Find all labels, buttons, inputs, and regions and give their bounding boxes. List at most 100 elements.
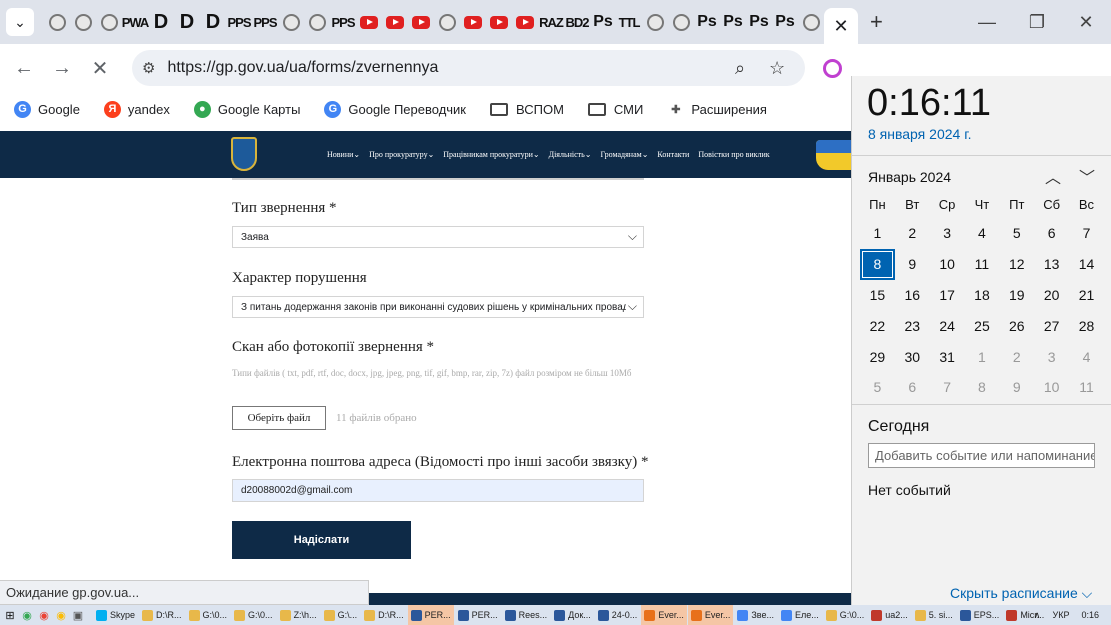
calendar-day[interactable]: 11 bbox=[1069, 372, 1104, 403]
site-nav-item[interactable]: Контакти bbox=[657, 150, 689, 159]
site-info-icon[interactable]: ⚙ bbox=[142, 59, 155, 77]
taskbar-app[interactable]: Зве... bbox=[734, 605, 777, 625]
taskbar-app[interactable]: EPS... bbox=[957, 605, 1003, 625]
calendar-day[interactable]: 28 bbox=[1069, 310, 1104, 341]
bookmark-item[interactable]: ВСПОМ bbox=[490, 102, 564, 117]
date-link[interactable]: 8 января 2024 г. bbox=[868, 126, 971, 142]
hide-schedule-link[interactable]: Скрыть расписание ⌵ bbox=[950, 585, 1092, 602]
calendar-day[interactable]: 24 bbox=[930, 310, 965, 341]
choose-file-button[interactable]: Оберіть файл bbox=[232, 406, 326, 430]
tab-favicon[interactable] bbox=[70, 6, 96, 38]
submit-button[interactable]: Надіслати bbox=[232, 521, 411, 559]
tab-favicon[interactable] bbox=[96, 6, 122, 38]
taskbar-app[interactable]: Rees... bbox=[502, 605, 551, 625]
site-nav-item[interactable]: Працівникам прокуратури⌄ bbox=[443, 150, 539, 159]
calendar-day[interactable]: 6 bbox=[895, 372, 930, 403]
url-text[interactable]: https://gp.gov.ua/ua/forms/zvernennya bbox=[167, 59, 438, 77]
taskbar-app[interactable]: PER... bbox=[407, 605, 454, 625]
address-bar[interactable]: ⚙ https://gp.gov.ua/ua/forms/zvernennya … bbox=[132, 50, 805, 86]
tab-favicon[interactable]: PPS bbox=[252, 6, 278, 38]
bookmark-star-icon[interactable]: ☆ bbox=[769, 58, 785, 79]
calendar-day[interactable]: 5 bbox=[860, 372, 895, 403]
tab-favicon[interactable] bbox=[434, 6, 460, 38]
language-indicator[interactable]: УКР bbox=[1053, 610, 1070, 620]
calendar-day[interactable]: 11 bbox=[965, 249, 1000, 280]
calendar-day[interactable]: 5 bbox=[999, 218, 1034, 249]
tab-favicon[interactable] bbox=[356, 6, 382, 38]
email-field[interactable]: d20088002d@gmail.com bbox=[232, 479, 644, 502]
calendar-day[interactable]: 21 bbox=[1069, 280, 1104, 311]
month-title[interactable]: Январь 2024 bbox=[868, 169, 951, 185]
add-event-input[interactable]: Добавить событие или напоминание bbox=[868, 443, 1095, 468]
taskbar-app[interactable]: 24-0... bbox=[595, 605, 641, 625]
taskbar-app[interactable]: Ever... bbox=[687, 605, 734, 625]
back-button[interactable]: ← bbox=[5, 49, 43, 87]
calendar-day[interactable]: 29 bbox=[860, 341, 895, 372]
taskbar-app[interactable]: Еле... bbox=[778, 605, 822, 625]
taskbar-app[interactable]: Z:\h... bbox=[277, 605, 320, 625]
bookmark-item[interactable]: ● Google Карты bbox=[193, 100, 300, 118]
taskbar-app[interactable]: Ever... bbox=[641, 605, 687, 625]
calendar-day[interactable]: 26 bbox=[999, 310, 1034, 341]
windows-start-icon[interactable]: ⊞ bbox=[0, 609, 20, 622]
calendar-day[interactable]: 12 bbox=[999, 249, 1034, 280]
type-select[interactable]: Заява ⌵ bbox=[232, 226, 644, 248]
site-nav-item[interactable]: Новини⌄ bbox=[327, 150, 360, 159]
restore-button[interactable]: ❐ bbox=[1012, 0, 1062, 44]
tab-favicon[interactable] bbox=[408, 6, 434, 38]
taskbar-clock[interactable]: 0:16 bbox=[1081, 610, 1099, 620]
chevron-up-icon[interactable]: ∧ bbox=[1034, 610, 1041, 621]
tab-search-button[interactable]: ⌄ bbox=[6, 8, 34, 36]
calendar-day[interactable]: 16 bbox=[895, 280, 930, 311]
zoom-icon[interactable]: ⌕ bbox=[735, 58, 745, 79]
tab-favicon[interactable]: D bbox=[200, 6, 226, 38]
tab-favicon[interactable] bbox=[382, 6, 408, 38]
bookmark-item[interactable]: G Google Переводчик bbox=[324, 100, 466, 118]
chrome-icon[interactable]: ◉ bbox=[54, 608, 68, 622]
tab-favicon[interactable]: Ps bbox=[746, 6, 772, 38]
window-close-button[interactable]: ✕ bbox=[1061, 0, 1111, 44]
bookmark-item[interactable]: СМИ bbox=[587, 102, 643, 117]
calendar-day[interactable]: 30 bbox=[895, 341, 930, 372]
calendar-day[interactable]: 13 bbox=[1034, 249, 1069, 280]
tab-favicon[interactable]: PWA bbox=[122, 6, 150, 38]
calendar-day[interactable]: 7 bbox=[930, 372, 965, 403]
calendar-day[interactable]: 27 bbox=[1034, 310, 1069, 341]
tab-favicon[interactable]: RAZ bbox=[538, 6, 564, 38]
calendar-day[interactable]: 2 bbox=[895, 218, 930, 249]
calendar-day[interactable]: 20 bbox=[1034, 280, 1069, 311]
tab-favicon[interactable]: Ps bbox=[720, 6, 746, 38]
calendar-day-today[interactable]: 8 bbox=[860, 248, 895, 280]
taskbar-app[interactable]: G:\0... bbox=[231, 605, 276, 625]
bookmark-item[interactable]: Яyandex bbox=[103, 100, 170, 118]
calendar-day[interactable]: 17 bbox=[930, 280, 965, 311]
calendar-day[interactable]: 9 bbox=[895, 249, 930, 280]
forward-button[interactable]: → bbox=[43, 49, 81, 87]
site-nav-item[interactable]: Про прокуратуру⌄ bbox=[369, 150, 434, 159]
calendar-day[interactable]: 25 bbox=[965, 310, 1000, 341]
calendar-day[interactable]: 6 bbox=[1034, 218, 1069, 249]
calendar-day[interactable]: 10 bbox=[1034, 372, 1069, 403]
chevron-down-icon[interactable]: ﹀ bbox=[1079, 164, 1095, 188]
tab-favicon[interactable] bbox=[798, 6, 824, 38]
calendar-day[interactable]: 10 bbox=[930, 249, 965, 280]
tab-favicon[interactable] bbox=[460, 6, 486, 38]
taskbar-app[interactable]: Skype bbox=[93, 605, 138, 625]
site-nav-item[interactable]: Повістки про виклик bbox=[698, 150, 769, 159]
calendar-day[interactable]: 15 bbox=[860, 280, 895, 311]
taskbar-app[interactable]: G:\0... bbox=[823, 605, 868, 625]
tab-close-icon[interactable]: ✕ bbox=[833, 16, 848, 37]
calendar-day[interactable]: 7 bbox=[1069, 218, 1104, 249]
calendar-day[interactable]: 3 bbox=[1034, 341, 1069, 372]
app-icon[interactable]: ▣ bbox=[71, 608, 85, 622]
calendar-day[interactable]: 9 bbox=[999, 372, 1034, 403]
tab-favicon[interactable]: PPS bbox=[226, 6, 252, 38]
tab-favicon[interactable]: Ps bbox=[772, 6, 798, 38]
tab-favicon[interactable] bbox=[278, 6, 304, 38]
taskbar-app[interactable]: G:\... bbox=[321, 605, 361, 625]
taskbar-app[interactable]: PER... bbox=[455, 605, 501, 625]
tab-favicon[interactable]: TTL bbox=[616, 6, 642, 38]
bookmark-item[interactable]: G Google bbox=[14, 100, 80, 118]
site-nav-item[interactable]: Громадянам⌄ bbox=[601, 150, 649, 159]
tab-favicon[interactable] bbox=[668, 6, 694, 38]
